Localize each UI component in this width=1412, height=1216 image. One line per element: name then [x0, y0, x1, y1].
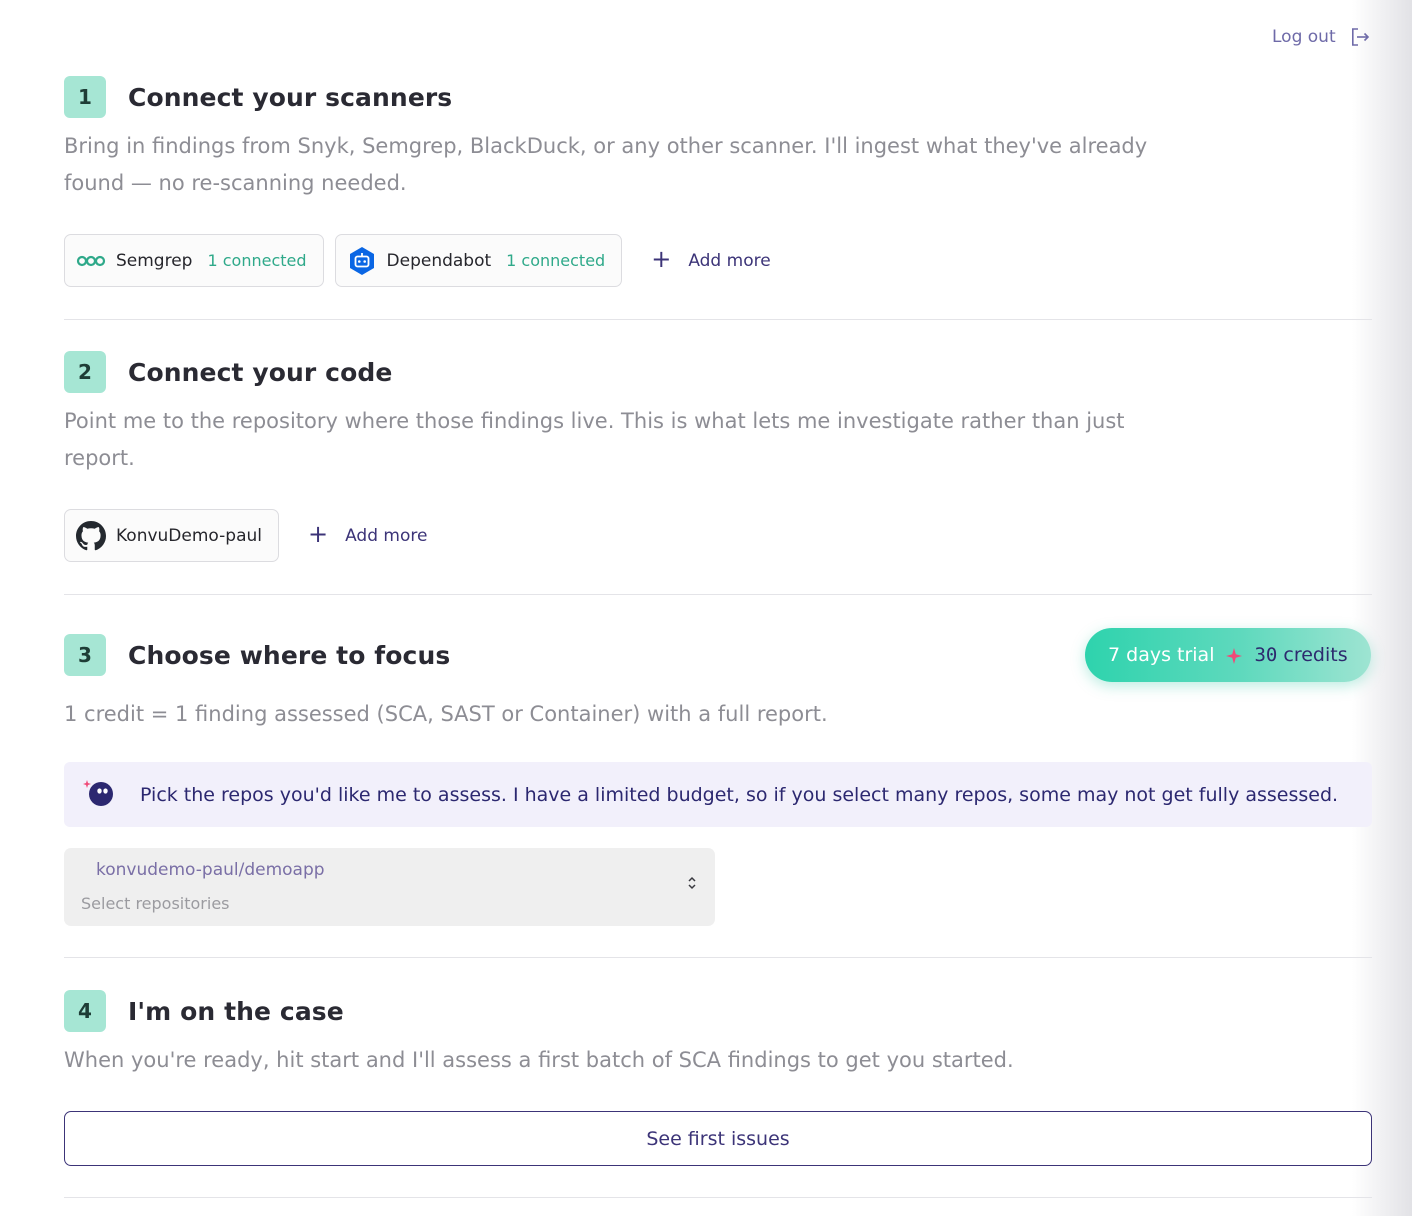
logout-button[interactable]: Log out: [1272, 27, 1370, 47]
trial-days-label: 7 days trial: [1108, 644, 1215, 666]
repositories-select-placeholder: Select repositories: [81, 894, 230, 913]
section-divider: [64, 1197, 1372, 1198]
step-number: 2: [64, 351, 106, 393]
sparkle-icon: [1226, 647, 1243, 664]
scanner-name: Dependabot: [386, 250, 492, 271]
step-title: I'm on the case: [128, 996, 344, 1026]
repositories-select[interactable]: konvudemo-paul/demoapp Select repositori…: [64, 848, 715, 926]
step-number: 4: [64, 990, 106, 1032]
step-connect-code: 2 Connect your code Point me to the repo…: [64, 351, 1372, 562]
step-description: Bring in findings from Snyk, Semgrep, Bl…: [64, 134, 1148, 195]
step-description: Point me to the repository where those f…: [64, 409, 1125, 470]
step-number: 1: [64, 76, 106, 118]
see-first-issues-button[interactable]: See first issues: [64, 1111, 1372, 1166]
selected-repo-tag[interactable]: konvudemo-paul/demoapp: [96, 860, 325, 880]
section-divider: [64, 319, 1372, 320]
repo-chip-konvudemo-paul[interactable]: KonvuDemo-paul: [64, 509, 279, 562]
section-divider: [64, 957, 1372, 958]
scanner-chip-semgrep[interactable]: Semgrep 1 connected: [64, 234, 324, 287]
step-description: When you're ready, hit start and I'll as…: [64, 1048, 1014, 1072]
scanner-name: Semgrep: [116, 250, 193, 271]
trial-credits-badge: 7 days trial 30 credits: [1085, 628, 1371, 682]
step-description: 1 credit = 1 finding assessed (SCA, SAST…: [64, 702, 828, 726]
dependabot-icon: [347, 246, 377, 276]
notice-text: Pick the repos you'd like me to assess. …: [140, 783, 1339, 806]
semgrep-icon: [76, 246, 106, 276]
step-title: Choose where to focus: [128, 640, 451, 670]
github-icon: [76, 520, 106, 551]
step-title: Connect your code: [128, 357, 393, 387]
scanner-chip-dependabot[interactable]: Dependabot 1 connected: [334, 234, 623, 287]
assessment-notice: Pick the repos you'd like me to assess. …: [64, 762, 1372, 827]
plus-icon: +: [307, 520, 329, 548]
credits-number: 30: [1254, 644, 1278, 666]
chevron-up-down-icon: [687, 875, 697, 895]
section-divider: [64, 594, 1372, 595]
add-repo-button[interactable]: + Add more: [308, 509, 427, 562]
add-more-label: Add more: [345, 525, 428, 546]
step-on-the-case: 4 I'm on the case When you're ready, hit…: [64, 990, 1372, 1079]
credits-label: credits: [1283, 644, 1348, 666]
step-connect-scanners: 1 Connect your scanners Bring in finding…: [64, 76, 1372, 287]
add-more-label: Add more: [688, 250, 771, 271]
connected-count: 1 connected: [506, 251, 606, 270]
assistant-avatar-icon: [82, 778, 116, 812]
add-scanner-button[interactable]: + Add more: [651, 234, 770, 287]
step-number: 3: [64, 634, 106, 676]
repo-name: KonvuDemo-paul: [116, 525, 262, 546]
plus-icon: +: [651, 245, 672, 273]
logout-icon: [1350, 27, 1370, 47]
step-title: Connect your scanners: [128, 82, 453, 112]
connected-count: 1 connected: [207, 251, 307, 270]
logout-label: Log out: [1272, 27, 1336, 47]
